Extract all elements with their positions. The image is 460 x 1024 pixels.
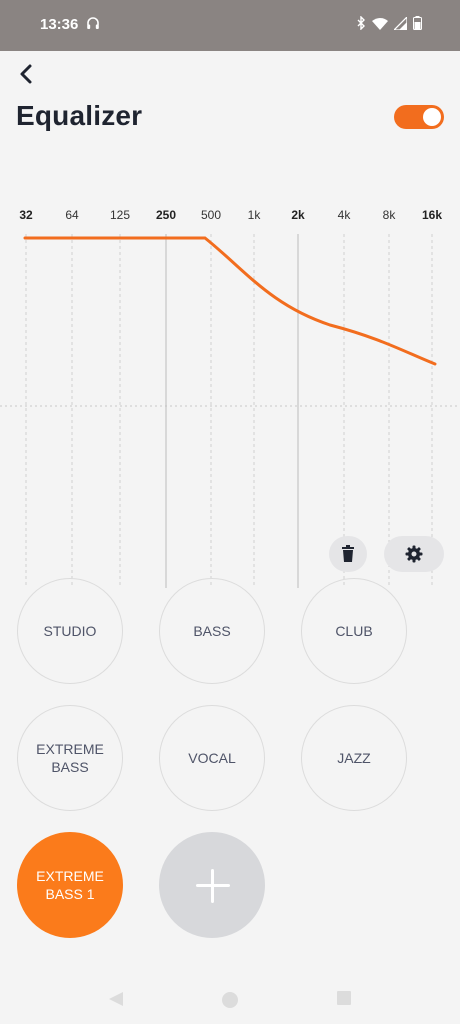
page-title: Equalizer: [16, 100, 143, 131]
equalizer-canvas: [0, 234, 460, 588]
preset-label: JAZZ: [337, 750, 371, 766]
preset-settings-button[interactable]: [384, 536, 444, 572]
equalizer-toggle[interactable]: [394, 105, 444, 129]
preset-studio[interactable]: STUDIO: [17, 578, 123, 684]
signal-icon: [392, 14, 408, 35]
nav-home-icon[interactable]: [221, 991, 239, 1014]
wifi-icon: [372, 17, 388, 35]
nav-recents-icon[interactable]: [337, 991, 351, 1010]
toggle-knob: [423, 108, 441, 126]
status-bar: 13:36: [0, 0, 460, 51]
preset-vocal[interactable]: VOCAL: [159, 705, 265, 811]
headphone-icon: [86, 16, 100, 35]
bluetooth-icon: [356, 15, 366, 35]
preset-label: BASS: [193, 623, 231, 639]
eq-curve: [23, 236, 437, 366]
equalizer-graph[interactable]: 32 64 125 250 500 1k 2k 4k 8k 16k: [0, 200, 460, 590]
add-preset-button[interactable]: [159, 832, 265, 938]
delete-preset-button[interactable]: [329, 536, 367, 572]
preset-label: VOCAL: [188, 750, 236, 766]
nav-back-icon[interactable]: [108, 991, 124, 1012]
preset-extreme-bass[interactable]: EXTREME BASS: [17, 705, 123, 811]
trash-icon: [342, 545, 354, 562]
preset-club[interactable]: CLUB: [301, 578, 407, 684]
preset-label: STUDIO: [43, 623, 97, 639]
preset-label: CLUB: [335, 623, 373, 639]
preset-label: EXTREME BASS: [36, 741, 104, 775]
preset-jazz[interactable]: JAZZ: [301, 705, 407, 811]
gear-icon: [405, 545, 423, 563]
status-time: 13:36: [40, 16, 79, 33]
navigation-bar: [0, 975, 460, 1024]
preset-bass[interactable]: BASS: [159, 578, 265, 684]
preset-label: EXTREME BASS 1: [36, 868, 104, 902]
chevron-left-icon: [20, 64, 32, 84]
preset-extreme-bass-1[interactable]: EXTREME BASS 1: [17, 832, 123, 938]
back-button[interactable]: [12, 60, 40, 88]
battery-icon: [413, 16, 422, 35]
